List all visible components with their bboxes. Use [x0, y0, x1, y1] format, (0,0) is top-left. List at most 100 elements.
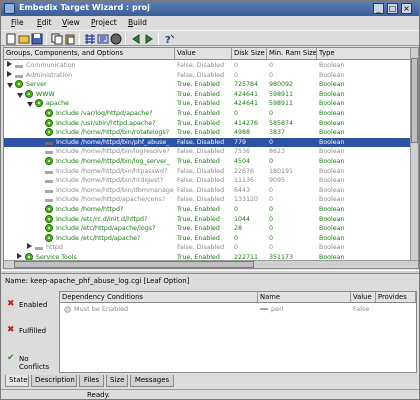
row-value: False, Disabled [177, 148, 225, 156]
menu-build[interactable]: Build [128, 18, 147, 27]
tree-horizontal-scrollbar[interactable] [4, 260, 418, 268]
dependency-table[interactable]: Dependency Conditions Name Value Provide… [59, 291, 417, 373]
menu-project[interactable]: Project [91, 18, 117, 27]
menu-edit[interactable]: Edit [37, 18, 52, 27]
disabled-icon [64, 306, 71, 313]
minimize-button[interactable]: _ [373, 3, 384, 14]
row-value: True, Enabled [177, 215, 220, 223]
menu-bar: File Edit View Project Build [1, 16, 419, 30]
component-tree[interactable]: Groups, Components, and Options Value Di… [3, 47, 419, 269]
expander-open-icon[interactable] [17, 92, 23, 98]
dep-header-provides[interactable]: Provides [376, 292, 416, 303]
menu-view[interactable]: View [62, 18, 80, 27]
tree-vertical-scrollbar[interactable] [410, 48, 418, 260]
dep-name: perl [260, 304, 348, 314]
expander-open-icon[interactable] [27, 102, 33, 108]
tree-row[interactable]: Include /home/httpd/bin/phf_abuse_ False,… [4, 137, 412, 148]
scroll-thumb[interactable] [14, 261, 254, 268]
window-title: Embedix Target Wizard : proj [19, 3, 150, 12]
expander-closed-icon[interactable] [17, 253, 22, 259]
tree-row[interactable]: Include /etc/httpd/apache/logs? True, Ena… [4, 224, 412, 234]
expander-closed-icon[interactable] [7, 70, 12, 77]
row-disk-size: 4504 [234, 158, 251, 165]
tree-row[interactable]: httpd False, Disabled 0 0 Boolean [4, 243, 412, 253]
tree-row[interactable]: Include /home/httpd/bin/rotatelogs? True,… [4, 128, 412, 138]
pane-splitter[interactable] [1, 270, 419, 274]
state-no-conflicts: ✔ No Conflicts [7, 353, 57, 372]
col-header-type[interactable]: Type [317, 48, 412, 59]
dep-name-text: perl [271, 305, 284, 313]
maximize-button[interactable]: □ [387, 3, 398, 14]
tree-row[interactable]: Include /home/httpd/apache/cons? False, D… [4, 195, 412, 205]
tree-row[interactable]: Include /var/log/httpd/apache? True, Enab… [4, 109, 412, 119]
expander-closed-icon[interactable] [27, 243, 32, 250]
disabled-icon [45, 151, 53, 155]
row-disk-size: 11136 [234, 177, 255, 185]
row-min-ram: 598911 [269, 100, 294, 108]
row-disk-size: 0 [234, 110, 239, 117]
tab-files[interactable]: Files [79, 375, 104, 387]
dep-header-value[interactable]: Value [351, 292, 376, 303]
tab-description[interactable]: Description [31, 375, 77, 387]
tree-row[interactable]: Include /home/httpd/bin/log_server_ True,… [4, 157, 412, 167]
title-bar[interactable]: Embedix Target Wizard : proj _ □ × [1, 1, 419, 16]
expander-closed-icon[interactable] [7, 61, 12, 67]
tab-state[interactable]: State [5, 375, 29, 387]
row-type: Boolean [319, 119, 345, 127]
back-icon[interactable] [130, 33, 142, 45]
copy-icon[interactable] [51, 33, 63, 45]
tree-row[interactable]: Include /etc/rc.d/init.d/httpd? True, Ena… [4, 214, 412, 225]
forward-icon[interactable] [143, 33, 155, 45]
build-icon[interactable] [84, 33, 96, 45]
row-value: True, Enabled [177, 225, 220, 233]
tree-row[interactable]: Include /etc/httpd/apache? True, Enabled 0… [4, 233, 412, 244]
row-label: Include /home/httpd/bin/logresolve? [56, 148, 170, 156]
save-icon[interactable] [31, 33, 43, 45]
tree-row[interactable]: Include /home/httpd/bin/dbmmanage False, … [4, 186, 412, 196]
tree-row[interactable]: Include /home/httpd/bin/htpasswd? False, … [4, 167, 412, 177]
tree-row[interactable]: apache True, Enabled 424641 598911 Boolean [4, 99, 412, 109]
row-min-ram: 0 [269, 186, 274, 194]
close-button[interactable]: × [401, 3, 412, 14]
tree-row[interactable]: Include /home/httpd? True, Enabled 0 0 Boole… [4, 205, 412, 215]
row-label: WWW [36, 90, 55, 98]
tree-row[interactable]: Include /usr/sbin/httpd.apache? True, Ena… [4, 118, 412, 129]
col-header-value[interactable]: Value [175, 48, 232, 59]
col-header-disk-size[interactable]: Disk Size [232, 48, 267, 59]
menu-file[interactable]: File [11, 18, 24, 27]
tree-row[interactable]: Administration False, Disabled 0 0 Boolean [4, 70, 412, 81]
dep-condition[interactable]: Must be Enabled [64, 304, 260, 314]
row-value: True, Enabled [177, 158, 220, 165]
state-label: No Conflicts [19, 355, 50, 371]
row-label: Include /home/httpd? [56, 206, 124, 213]
scroll-thumb[interactable] [411, 58, 418, 143]
tab-messages[interactable]: Messages [130, 375, 174, 387]
tree-row[interactable]: Include /home/httpd/bin/logresolve? False… [4, 147, 412, 157]
row-disk-size: 725784 [234, 81, 259, 89]
col-header-groups[interactable]: Groups, Components, and Options [4, 48, 175, 59]
open-icon[interactable] [18, 33, 30, 45]
col-header-min-ram[interactable]: Min. Ram Size [267, 48, 317, 59]
row-label: Include /home/httpd/bin/rotatelogs? [56, 129, 170, 137]
row-type: Boolean [319, 177, 345, 185]
paste-icon[interactable] [64, 33, 76, 45]
compile-icon[interactable] [97, 33, 109, 45]
row-type: Boolean [319, 206, 345, 213]
dep-header-conditions[interactable]: Dependency Conditions [60, 292, 258, 303]
help-icon[interactable]: ? [163, 33, 175, 45]
row-disk-size: 0 [234, 234, 239, 242]
dep-header-name[interactable]: Name [258, 292, 351, 303]
tree-row[interactable]: Server True, Enabled 725784 980092 Boolean [4, 80, 412, 90]
row-type: Boolean [319, 225, 345, 233]
row-type: Boolean [319, 158, 345, 165]
tab-size[interactable]: Size [106, 375, 128, 387]
tree-row[interactable]: WWW True, Enabled 424641 598911 Boolean [4, 89, 412, 100]
stop-icon[interactable] [110, 33, 122, 45]
row-min-ram: 980092 [269, 81, 294, 89]
new-icon[interactable] [5, 33, 17, 45]
tree-row[interactable]: Communication False, Disabled 0 0 Boolean [4, 61, 412, 71]
row-label: Include /usr/sbin/httpd.apache? [56, 119, 156, 127]
row-value: True, Enabled [177, 234, 220, 242]
tree-row[interactable]: Include /home/httpd/bin/htdigest? False, … [4, 176, 412, 186]
expander-open-icon[interactable] [7, 83, 13, 89]
